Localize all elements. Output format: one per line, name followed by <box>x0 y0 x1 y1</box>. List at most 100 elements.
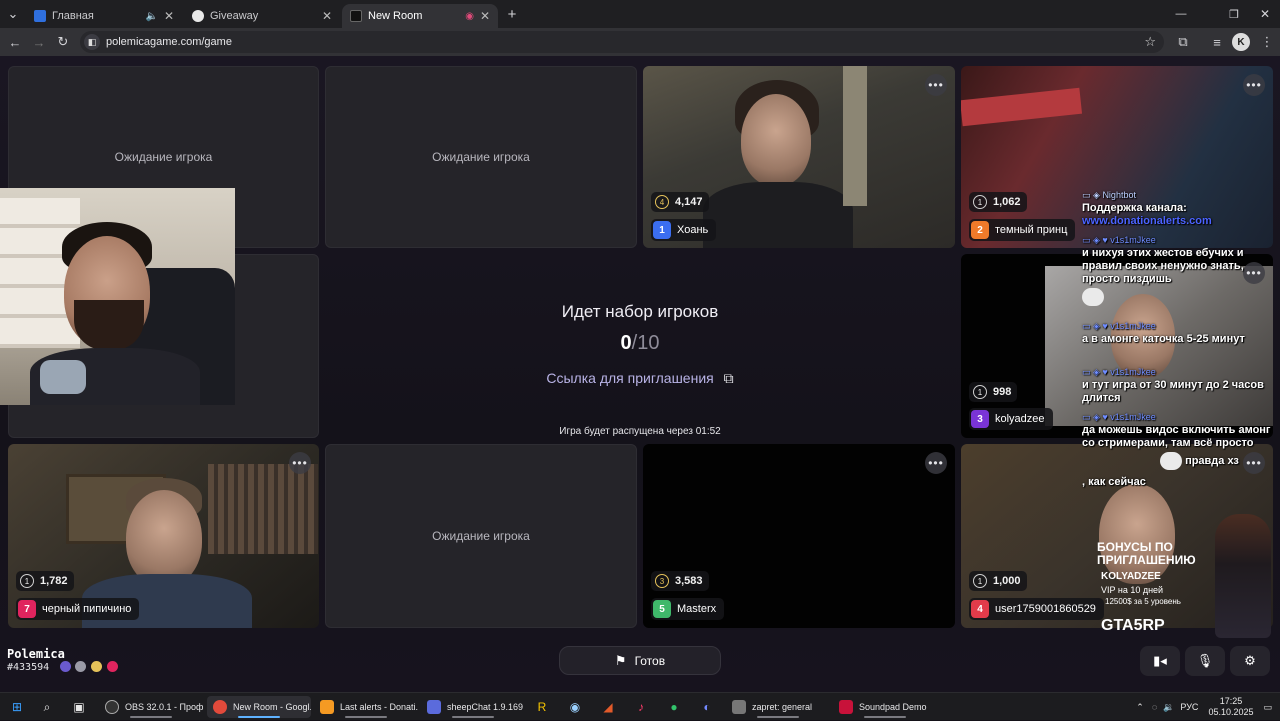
ready-label: Готов <box>634 653 666 668</box>
settings-sliders-icon: ⚙ <box>1244 653 1256 668</box>
rank-icon: 1 <box>20 574 34 588</box>
tab-label: New Room <box>368 10 423 22</box>
taskbar-app-soundpad[interactable]: Soundpad Demo <box>833 696 937 718</box>
chat-text: правда хз <box>1185 454 1239 467</box>
ready-button[interactable]: ⚑ Готов <box>559 646 721 675</box>
player-menu-button[interactable]: ••• <box>925 74 947 96</box>
player-name: user1759001860529 <box>995 603 1096 615</box>
video-person <box>126 490 202 586</box>
windows-start-icon[interactable]: ⊞ <box>8 698 26 716</box>
taskbar-app-donationalerts[interactable]: Last alerts - Donati... <box>314 696 418 718</box>
taskbar-app-label: sheepChat 1.9.169 ... <box>447 702 525 712</box>
volume-icon[interactable]: 🔉 <box>1163 702 1174 713</box>
copy-icon[interactable]: ⧉ <box>724 370 734 386</box>
heart-badge-icon <box>107 661 118 672</box>
settings-button[interactable]: ⚙ <box>1230 646 1270 676</box>
tab-search-button[interactable]: ⌄ <box>4 5 22 23</box>
player-count-current: 0 <box>620 332 632 354</box>
close-tab-icon[interactable]: ✕ <box>164 9 174 23</box>
chat-message: ▭ ◈ ♥ v1s1mJkee да можешь видос включить… <box>1082 411 1272 450</box>
terminal-icon <box>732 700 746 714</box>
streamer-webcam <box>0 188 235 405</box>
clock[interactable]: 17:25 05.10.2025 <box>1208 696 1253 718</box>
app-icon[interactable]: ◢ <box>599 698 617 716</box>
bookmark-star-icon[interactable]: ☆ <box>1144 34 1156 50</box>
restore-button[interactable]: ❐ <box>1225 5 1243 23</box>
player-name: черный пипичино <box>42 603 132 615</box>
profile-avatar[interactable]: K <box>1232 33 1250 51</box>
player-nameplate: 5 Masterx <box>651 598 725 620</box>
chat-link[interactable]: www.donationalerts.com <box>1082 215 1212 227</box>
chat-message: ▭ ◈ Nightbot Поддержка канала: www.donat… <box>1082 189 1272 228</box>
close-tab-icon[interactable]: ✕ <box>480 9 490 23</box>
player-menu-button[interactable]: ••• <box>1243 74 1265 96</box>
forward-button[interactable]: → <box>30 33 48 51</box>
chat-text: а в амонге каточка 5-25 минут <box>1082 333 1245 345</box>
minimize-button[interactable]: — <box>1172 5 1190 23</box>
taskbar-app-chrome[interactable]: New Room - Googl... <box>207 696 311 718</box>
player-tile-7: ••• 1 1,782 7 черный пипичино <box>8 444 319 628</box>
notification-icon[interactable]: ▭ <box>1263 702 1272 713</box>
tray-chevron-icon[interactable]: ⌃ <box>1136 702 1144 713</box>
close-icon: ✕ <box>1259 7 1271 21</box>
taskbar-app-label: OBS 32.0.1 - Проф... <box>125 702 203 712</box>
search-icon[interactable]: ⌕ <box>38 698 56 716</box>
promo-reward: VIP на 10 дней <box>1101 585 1164 595</box>
player-slot-empty: Ожидание игрока <box>325 66 637 248</box>
new-tab-button[interactable]: + <box>503 5 521 23</box>
speaker-icon[interactable]: 🔈 <box>145 11 157 22</box>
video-person <box>703 182 853 248</box>
steam-icon[interactable]: ◉ <box>566 698 584 716</box>
menu-button[interactable]: ⋮ <box>1258 33 1276 51</box>
player-number: 2 <box>971 221 989 239</box>
media-controls-button[interactable]: ≡ <box>1208 33 1226 51</box>
network-icon[interactable]: ◌ <box>1152 702 1157 712</box>
microphone-toggle-button[interactable]: 🎙 <box>1185 646 1225 676</box>
extensions-button[interactable]: ⧉ <box>1174 33 1192 51</box>
rockstar-icon[interactable]: R <box>533 698 551 716</box>
rank-icon: 1 <box>973 195 987 209</box>
player-menu-button[interactable]: ••• <box>289 452 311 474</box>
more-icon: ••• <box>292 456 308 470</box>
close-window-button[interactable]: ✕ <box>1256 5 1274 23</box>
chat-user-icon: ▭ ◈ <box>1082 190 1103 200</box>
player-rating: 1 1,062 <box>969 192 1027 212</box>
close-tab-icon[interactable]: ✕ <box>322 9 332 23</box>
taskbar-app-zapret[interactable]: zapret: general <box>726 696 830 718</box>
rating-value: 1,000 <box>993 575 1021 587</box>
tiktok-icon[interactable]: ♪ <box>632 698 650 716</box>
arrow-left-icon: ← <box>8 34 22 50</box>
discord-icon[interactable]: ◐ <box>698 698 716 716</box>
camera-toggle-button[interactable]: ▮◂ <box>1140 646 1180 676</box>
chat-message: ▭ ◈ ♥ v1s1mJkee а в амонге каточка 5-25 … <box>1082 320 1272 346</box>
reload-button[interactable]: ↻ <box>54 33 72 51</box>
player-name: темный принц <box>995 224 1068 236</box>
promo-logo-text: GTA5RP <box>1101 617 1165 634</box>
player-nameplate: 4 user1759001860529 <box>969 598 1104 620</box>
rating-value: 998 <box>993 386 1012 398</box>
rating-value: 3,583 <box>675 575 703 587</box>
video-background <box>843 66 867 206</box>
player-nameplate: 7 черный пипичино <box>16 598 140 620</box>
language-indicator[interactable]: РУС <box>1180 702 1198 712</box>
tab-home[interactable]: Главная 🔈 ✕ <box>26 4 182 28</box>
tab-new-room[interactable]: New Room ◉ ✕ <box>342 4 498 28</box>
tab-giveaway[interactable]: Giveaway ✕ <box>184 4 340 28</box>
chrome-icon <box>213 700 227 714</box>
back-button[interactable]: ← <box>6 33 24 51</box>
player-menu-button[interactable]: ••• <box>925 452 947 474</box>
invite-link-button[interactable]: Ссылка для приглашения ⧉ <box>325 370 955 387</box>
arrow-right-icon: → <box>32 34 46 50</box>
chat-username: v1s1mJkee <box>1110 235 1156 245</box>
task-view-icon[interactable]: ▣ <box>70 698 88 716</box>
tab-favicon-icon <box>34 10 46 22</box>
taskbar-app-sheepchat[interactable]: sheepChat 1.9.169 ... <box>421 696 525 718</box>
rating-value: 4,147 <box>675 196 703 208</box>
taskbar-app-obs[interactable]: OBS 32.0.1 - Проф... <box>99 696 203 718</box>
address-bar[interactable]: ◧ polemicagame.com/game ☆ <box>80 31 1164 53</box>
app-icon[interactable]: ● <box>665 698 683 716</box>
player-nameplate: 1 Хоань <box>651 219 717 241</box>
site-info-icon[interactable]: ◧ <box>84 34 100 50</box>
more-icon: ••• <box>1246 78 1262 92</box>
chat-username: Nightbot <box>1102 190 1136 200</box>
